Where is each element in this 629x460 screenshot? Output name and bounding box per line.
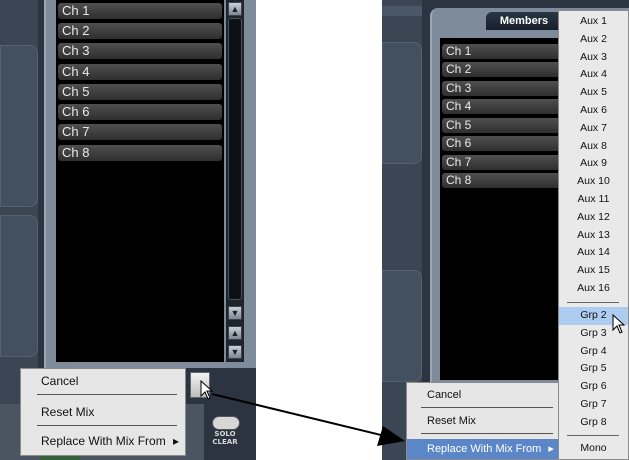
callout-arrow-icon [211, 393, 405, 446]
